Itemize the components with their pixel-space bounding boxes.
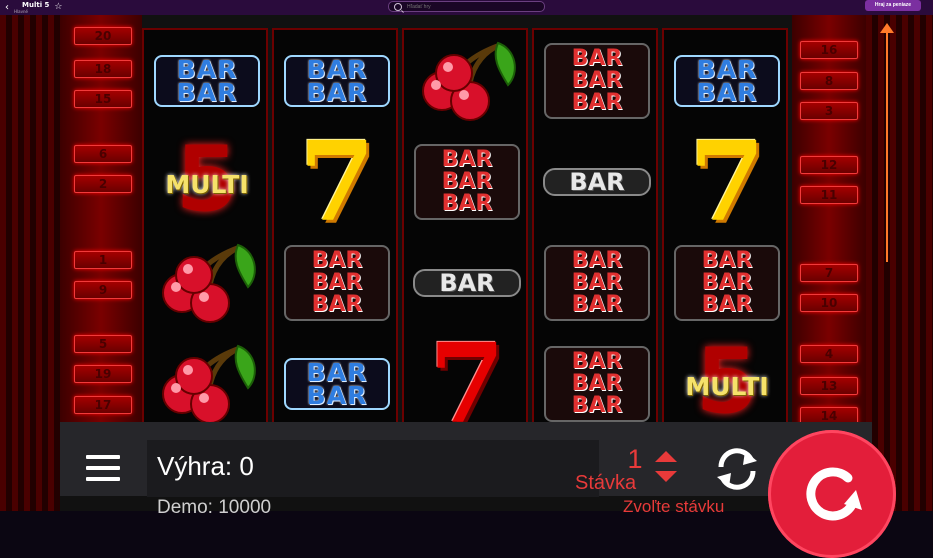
symbol-seven-yellow: 7 — [688, 117, 766, 246]
symbol-bar-triple-red: BAR BAR BAR — [534, 333, 660, 435]
spin-arrow-icon[interactable] — [800, 460, 866, 526]
left-payline-panel: 20 18 15 6 2 1 9 5 19 17 — [60, 15, 142, 435]
payline-left-5: 5 — [74, 335, 132, 353]
symbol-seven-red: 7 — [428, 319, 506, 448]
symbol-bar-triple-red: BAR BAR BAR — [534, 232, 660, 334]
autoplay-refresh-icon[interactable] — [711, 445, 763, 493]
win-label: Výhra: 0 — [157, 451, 254, 481]
symbol-bar-double-blue: BAR BAR — [274, 333, 400, 435]
search-icon — [394, 2, 402, 11]
symbol-bar-triple-red: BAR BAR BAR — [534, 30, 660, 132]
reel-2: BAR BAR 7 BAR BAR BAR BAR BAR — [272, 28, 398, 436]
bet-hint: Zvoľte stávku — [623, 497, 725, 516]
symbol-cherries — [144, 333, 270, 435]
payline-right-16: 16 — [800, 41, 858, 59]
game-title: Multi 5 — [22, 0, 50, 9]
favorite-star-icon[interactable]: ☆ — [54, 0, 62, 15]
back-chevron-icon[interactable]: ‹ — [0, 0, 14, 15]
play-for-money-button[interactable]: Hraj za peniaze — [865, 0, 921, 11]
payline-right-8: 8 — [800, 72, 858, 90]
symbol-seven-yellow: 7 — [298, 117, 376, 246]
payline-right-4: 4 — [800, 345, 858, 363]
symbol-bar-triple-red: BAR BAR BAR — [664, 232, 790, 334]
symbol-multi-5: 5 MULTI — [165, 127, 249, 232]
right-payline-panel: 16 8 3 12 11 7 10 4 13 14 — [792, 15, 866, 435]
symbol-bar-single-white: BAR — [534, 131, 660, 233]
scroll-hint-line — [886, 27, 888, 262]
reel-3: BAR BAR BAR BAR 7 — [402, 28, 530, 448]
left-decor — [0, 15, 60, 511]
symbol-multi-5: 5 MULTI — [685, 329, 769, 434]
hamburger-menu-icon[interactable] — [86, 455, 120, 481]
payline-right-3: 3 — [800, 102, 858, 120]
payline-right-13: 13 — [800, 377, 858, 395]
payline-left-19: 19 — [74, 365, 132, 383]
demo-balance-label: Demo: 10000 — [157, 497, 272, 518]
payline-left-17: 17 — [74, 396, 132, 414]
right-decor — [866, 15, 933, 511]
payline-left-18: 18 — [74, 60, 132, 78]
reel-4: BAR BAR BAR BAR BAR BAR BAR BAR BAR BAR — [532, 28, 658, 436]
payline-right-10: 10 — [800, 294, 858, 312]
symbol-bar-triple-red: BAR BAR BAR — [404, 131, 530, 233]
payline-left-9: 9 — [74, 281, 132, 299]
bet-value: 1 — [627, 444, 643, 474]
symbol-bar-triple-red: BAR BAR BAR — [274, 232, 400, 334]
bet-decrease-icon[interactable] — [655, 471, 677, 482]
bet-label: Stávka — [575, 472, 637, 494]
bet-increase-icon[interactable] — [655, 451, 677, 462]
top-bar: ‹ Multi 5 Hlavné ☆ Hraj za peniaze — [0, 0, 933, 15]
payline-left-6: 6 — [74, 145, 132, 163]
payline-left-20: 20 — [74, 27, 132, 45]
arrow-up-icon — [880, 23, 894, 33]
payline-left-2: 2 — [74, 175, 132, 193]
reel-1: BAR BAR 5 MULTI — [142, 28, 268, 436]
symbol-cherries — [144, 232, 270, 334]
payline-right-11: 11 — [800, 186, 858, 204]
game-subtitle: Hlavné — [14, 8, 28, 14]
search-box[interactable] — [388, 1, 545, 12]
payline-right-7: 7 — [800, 264, 858, 282]
payline-right-12: 12 — [800, 156, 858, 174]
reel-5: BAR BAR 7 BAR BAR BAR 5 MULTI — [662, 28, 788, 436]
game-title-block: Multi 5 Hlavné — [14, 0, 50, 14]
search-input[interactable] — [407, 3, 527, 10]
symbol-cherries — [404, 30, 530, 132]
payline-left-1: 1 — [74, 251, 132, 269]
payline-left-15: 15 — [74, 90, 132, 108]
symbol-bar-double-blue: BAR BAR — [144, 30, 270, 132]
